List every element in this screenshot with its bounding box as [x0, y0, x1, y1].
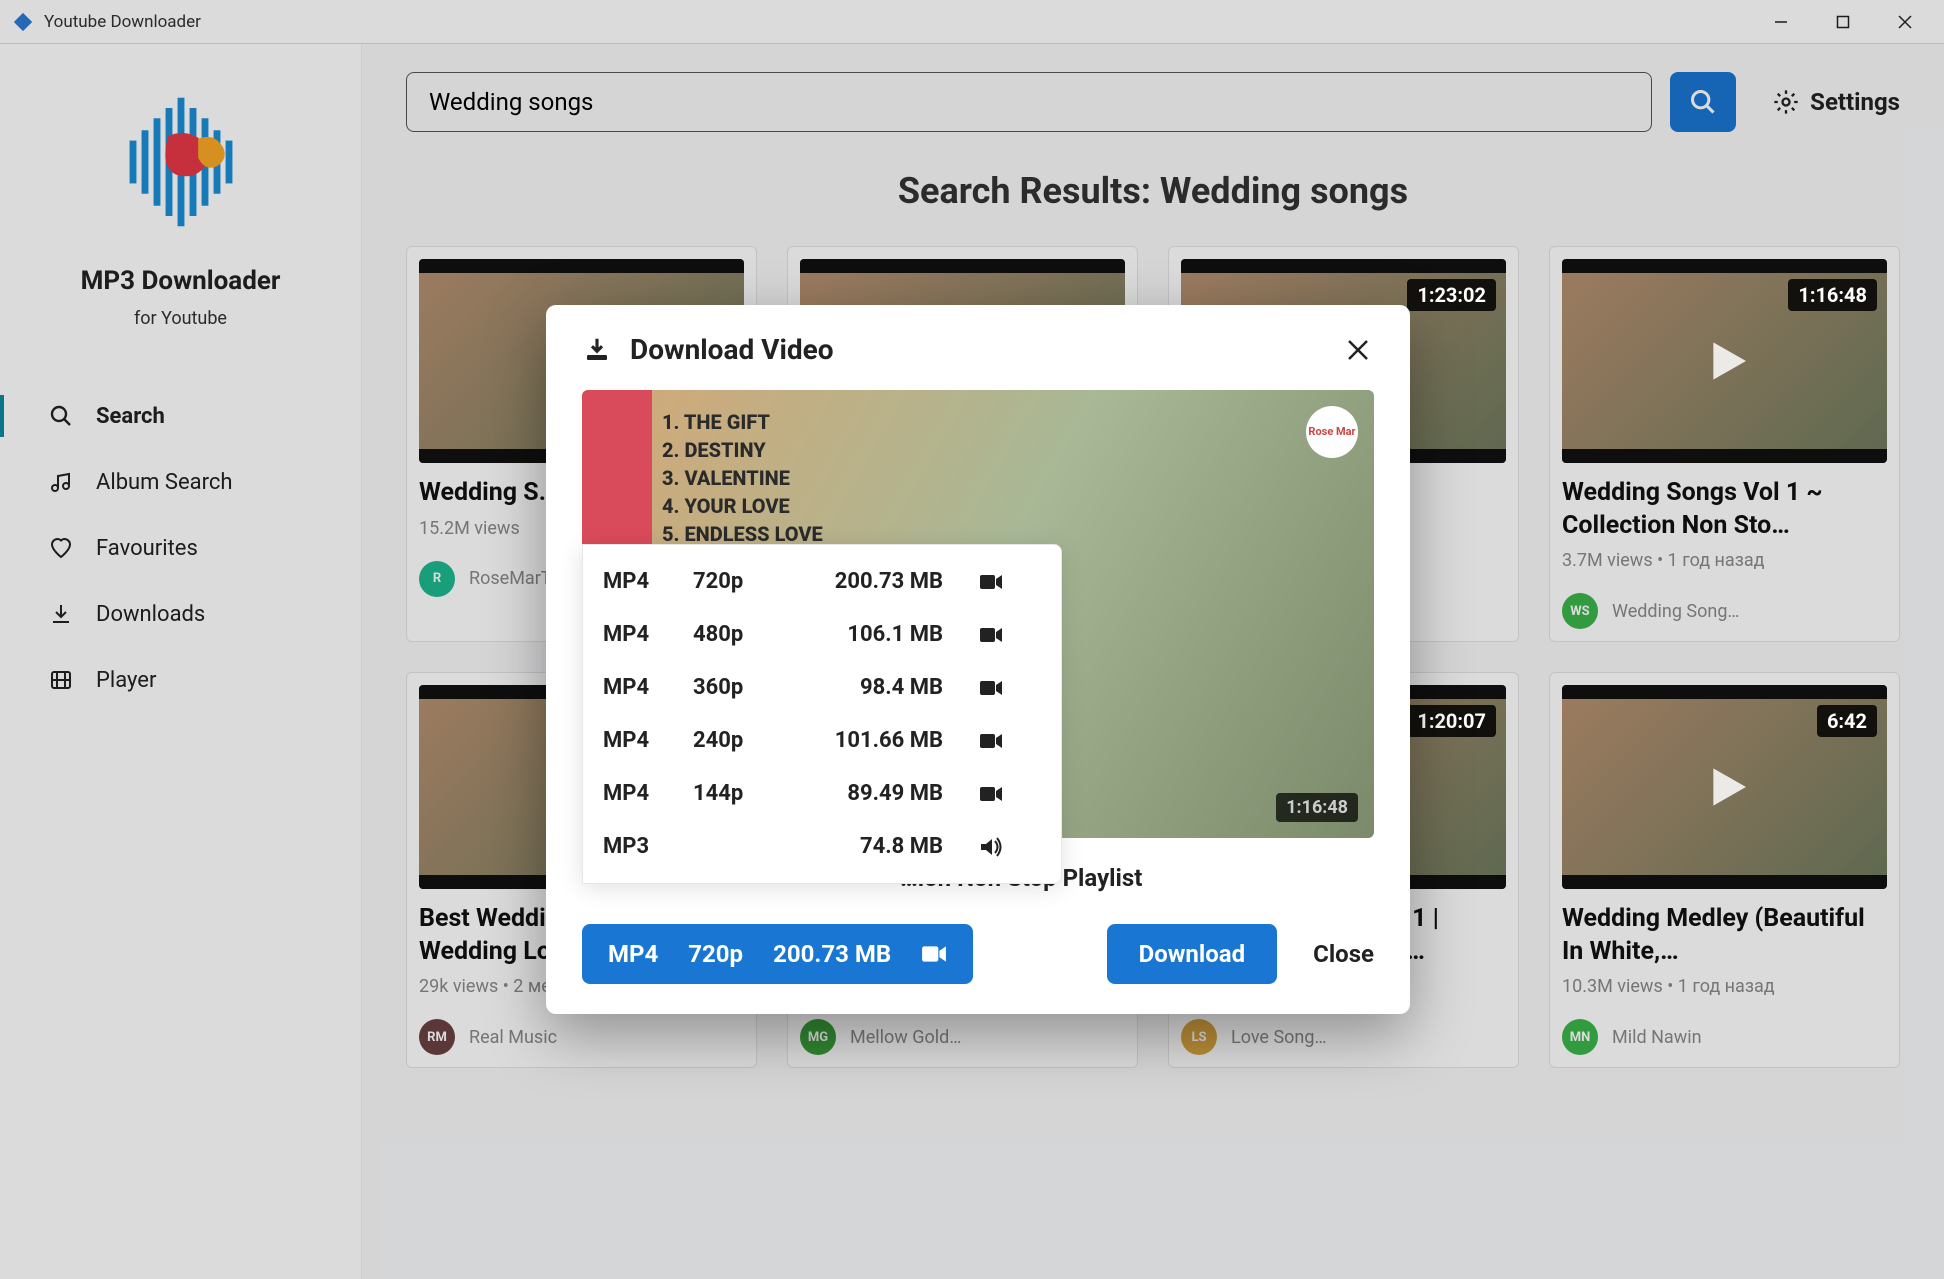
download-modal: Download Video SONGS 1. THE GIFT2. DESTI… [546, 305, 1410, 1014]
format-option[interactable]: MP4 360p 98.4 MB [583, 661, 1061, 714]
video-icon [943, 732, 1003, 750]
format-res: 240p [693, 728, 783, 753]
format-res: 144p [693, 781, 783, 806]
close-button[interactable]: Close [1313, 940, 1374, 968]
thumb-duration: 1:16:48 [1276, 793, 1358, 822]
audio-icon [943, 837, 1003, 857]
modal-title: Download Video [630, 333, 834, 366]
format-res: 720p [693, 569, 783, 594]
modal-close-button[interactable] [1342, 334, 1374, 366]
card-duration: 6:42 [1817, 705, 1877, 737]
format-option[interactable]: MP3 74.8 MB [583, 820, 1061, 873]
format-list: MP4 720p 200.73 MB MP4 480p 106.1 MB MP4… [582, 544, 1062, 884]
format-option[interactable]: MP4 144p 89.49 MB [583, 767, 1061, 820]
format-size: 74.8 MB [783, 834, 943, 859]
video-icon [943, 626, 1003, 644]
format-res: 480p [693, 622, 783, 647]
format-size: 89.49 MB [783, 781, 943, 806]
video-icon [943, 573, 1003, 591]
format-type: MP4 [603, 622, 693, 647]
selected-format-pill[interactable]: MP4 720p 200.73 MB [582, 924, 973, 984]
video-icon [921, 944, 947, 964]
format-size: 98.4 MB [783, 675, 943, 700]
card-duration: 1:20:07 [1407, 705, 1496, 737]
modal-header: Download Video [582, 333, 1374, 366]
format-size: 106.1 MB [783, 622, 943, 647]
selected-res: 720p [688, 940, 743, 968]
format-option[interactable]: MP4 240p 101.66 MB [583, 714, 1061, 767]
format-res: 360p [693, 675, 783, 700]
format-option[interactable]: MP4 480p 106.1 MB [583, 608, 1061, 661]
video-icon [943, 785, 1003, 803]
format-type: MP4 [603, 675, 693, 700]
format-size: 200.73 MB [783, 569, 943, 594]
selected-fmt: MP4 [608, 940, 658, 968]
format-size: 101.66 MB [783, 728, 943, 753]
card-duration: 1:23:02 [1407, 279, 1496, 311]
card-duration: 1:16:48 [1788, 279, 1877, 311]
format-type: MP4 [603, 569, 693, 594]
format-type: MP4 [603, 781, 693, 806]
format-type: MP4 [603, 728, 693, 753]
video-icon [943, 679, 1003, 697]
format-option[interactable]: MP4 720p 200.73 MB [583, 555, 1061, 608]
selected-size: 200.73 MB [773, 940, 891, 968]
download-icon [582, 335, 612, 365]
modal-actions: MP4 720p 200.73 MB Download Close [582, 924, 1374, 984]
thumb-badge: Rose Mar [1306, 406, 1358, 458]
download-button[interactable]: Download [1107, 924, 1277, 984]
format-type: MP3 [603, 834, 693, 859]
modal-body: SONGS 1. THE GIFT2. DESTINY3. VALENTINE4… [582, 390, 1374, 892]
